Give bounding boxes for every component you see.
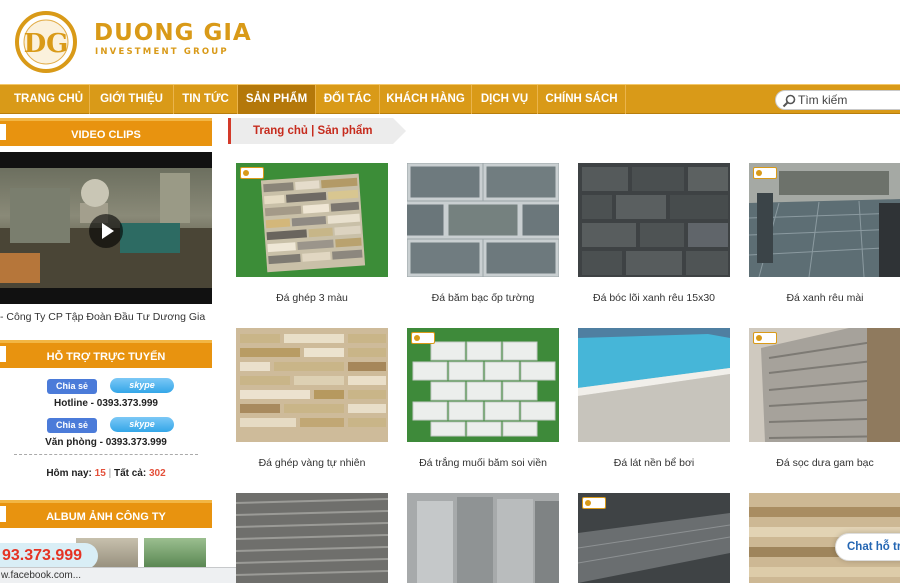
product-name[interactable]: Đá lát nền bể bơi <box>578 457 730 469</box>
hotline-float-button[interactable]: 93.373.999 <box>0 543 98 569</box>
total-count: 302 <box>148 468 166 479</box>
nav-item-doi-tac[interactable]: ĐỐI TÁC <box>316 85 380 114</box>
product-photo <box>749 163 900 277</box>
nav-item-trang-chu[interactable]: TRANG CHỦ <box>8 85 90 114</box>
play-icon[interactable] <box>89 214 123 248</box>
product-name[interactable]: Đá trắng muối băm soi viền <box>407 457 559 469</box>
nav-item-dich-vu[interactable]: DỊCH VỤ <box>472 85 538 114</box>
video-clips-heading: VIDEO CLIPS <box>0 118 212 146</box>
heading-marker-icon <box>0 124 6 140</box>
product-card[interactable]: Đá xanh rêu mài <box>749 163 900 304</box>
brand-watermark-icon <box>753 332 777 344</box>
nav-item-khach-hang[interactable]: KHÁCH HÀNG <box>380 85 472 114</box>
search-icon[interactable] <box>782 94 796 108</box>
video-player[interactable] <box>0 152 212 304</box>
product-photo <box>407 163 559 277</box>
product-name[interactable]: Đá sọc dưa gam bạc <box>749 457 900 469</box>
product-image[interactable] <box>578 493 730 583</box>
product-photo <box>749 328 900 442</box>
product-image[interactable] <box>749 328 900 442</box>
product-card[interactable]: Đá băm bạc ốp tường <box>407 163 559 304</box>
skype-button[interactable]: skype <box>110 378 174 393</box>
product-card[interactable]: Đá lát nền bể bơi <box>578 328 730 469</box>
brand-watermark-icon <box>753 167 777 179</box>
support-title: HỖ TRỢ TRỰC TUYẾN <box>46 351 166 363</box>
divider <box>14 454 198 455</box>
product-name[interactable]: Đá xanh rêu mài <box>749 292 900 304</box>
total-label: Tất cả: <box>113 468 147 479</box>
skype-button-2[interactable]: skype <box>110 417 174 432</box>
brand-watermark-icon <box>411 332 435 344</box>
product-image[interactable] <box>236 493 388 583</box>
product-name[interactable]: Đá ghép 3 màu <box>236 292 388 304</box>
product-image[interactable] <box>236 328 388 442</box>
nav-item-san-pham[interactable]: SẢN PHẨM <box>238 85 316 114</box>
product-name[interactable]: Đá băm bạc ốp tường <box>407 292 559 304</box>
product-card[interactable]: Đá ghép vàng tự nhiên <box>236 328 388 469</box>
nav-item-chinh-sach[interactable]: CHÍNH SÁCH <box>538 85 626 114</box>
album-title: ALBUM ẢNH CÔNG TY <box>46 511 166 523</box>
support-heading: HỖ TRỢ TRỰC TUYẾN <box>0 340 212 368</box>
product-image[interactable] <box>578 328 730 442</box>
logo-emblem-icon: DG <box>15 11 77 73</box>
video-clips-title: VIDEO CLIPS <box>71 129 141 141</box>
product-photo <box>578 163 730 277</box>
album-heading: ALBUM ẢNH CÔNG TY <box>0 500 212 528</box>
product-name[interactable]: Đá bóc lõi xanh rêu 15x30 <box>578 292 730 304</box>
today-label: Hôm nay: <box>46 468 92 479</box>
product-card[interactable] <box>578 493 730 583</box>
product-photo <box>407 328 559 442</box>
product-photo <box>407 493 559 583</box>
brand-name: DUONG GIA <box>94 20 252 46</box>
breadcrumb[interactable]: Trang chủ | Sản phẩm <box>228 118 406 144</box>
product-card[interactable] <box>236 493 388 583</box>
product-image[interactable] <box>578 163 730 277</box>
svg-text:DG: DG <box>24 29 69 59</box>
main-nav: TRANG CHỦ GIỚI THIỆU TIN TỨC SẢN PHẨM ĐỐ… <box>0 84 900 114</box>
visit-counter: Hôm nay: 15 | Tất cả: 302 <box>46 468 166 479</box>
brand-watermark-icon <box>582 497 606 509</box>
today-count: 15 <box>94 468 106 479</box>
product-image[interactable] <box>407 328 559 442</box>
product-card[interactable]: Đá trắng muối băm soi viền <box>407 328 559 469</box>
share-button[interactable]: Chia sẻ <box>47 379 97 394</box>
share-button-2[interactable]: Chia sẻ <box>47 418 97 433</box>
hotline-text: Hotline - 0393.373.999 <box>54 398 158 409</box>
nav-item-tin-tuc[interactable]: TIN TỨC <box>174 85 238 114</box>
office-phone-text: Văn phòng - 0393.373.999 <box>45 437 167 448</box>
product-name[interactable]: Đá ghép vàng tự nhiên <box>236 457 388 469</box>
product-photo <box>236 163 388 277</box>
heading-marker-icon <box>0 506 6 522</box>
search-input[interactable] <box>798 92 898 108</box>
product-card[interactable] <box>407 493 559 583</box>
product-image[interactable] <box>407 493 559 583</box>
product-card[interactable]: Đá ghép 3 màu <box>236 163 388 304</box>
product-card[interactable]: Đá bóc lõi xanh rêu 15x30 <box>578 163 730 304</box>
nav-item-gioi-thieu[interactable]: GIỚI THIỆU <box>90 85 174 114</box>
product-image[interactable] <box>236 163 388 277</box>
video-caption[interactable]: - Công Ty CP Tập Đoàn Đầu Tư Dương Gia <box>0 311 205 323</box>
brand-subtitle: INVESTMENT GROUP <box>95 47 229 57</box>
product-card[interactable]: Đá sọc dưa gam bạc <box>749 328 900 469</box>
chat-support-button[interactable]: Chat hỗ trợ <box>835 533 900 561</box>
heading-marker-icon <box>0 346 6 362</box>
brand-watermark-icon <box>240 167 264 179</box>
product-photo <box>578 328 730 442</box>
search-box <box>775 90 900 110</box>
product-image[interactable] <box>749 163 900 277</box>
product-photo <box>236 328 388 442</box>
product-photo <box>236 493 388 583</box>
product-image[interactable] <box>407 163 559 277</box>
